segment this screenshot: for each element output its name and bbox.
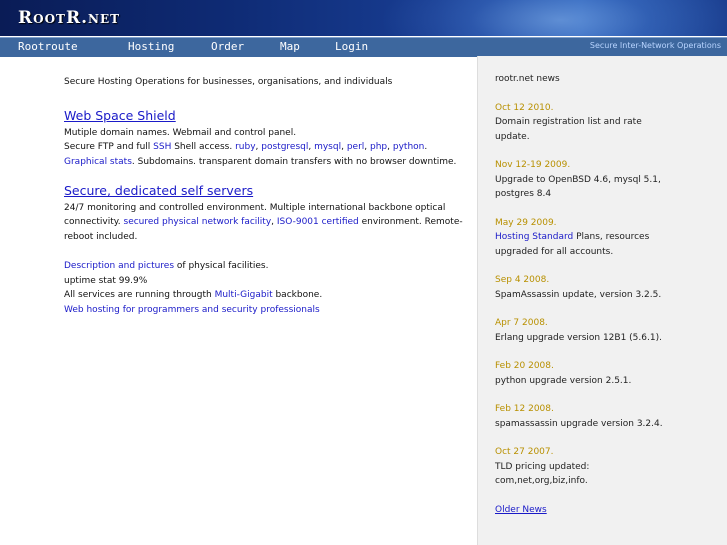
nav-login[interactable]: Login: [335, 40, 368, 53]
news-date: Apr 7 2008.: [495, 318, 548, 328]
programmers-hosting-link[interactable]: Web hosting for programmers and security…: [64, 305, 320, 315]
mysql-link[interactable]: mysql: [314, 142, 341, 152]
banner-glow: [380, 0, 727, 36]
header-banner: RootR.net: [0, 0, 727, 36]
news-text: Domain registration list and rate update…: [495, 117, 642, 142]
news-text: TLD pricing updated: com,net,org,biz,inf…: [495, 461, 590, 487]
perl-link[interactable]: perl: [347, 142, 364, 152]
page: RootR.net Rootroute Hosting Order Map Lo…: [0, 0, 727, 545]
dedicated-servers-link[interactable]: Secure, dedicated self servers: [64, 183, 253, 199]
news-text: Erlang upgrade version 12B1 (5.6.1).: [495, 332, 662, 343]
news-text: Upgrade to OpenBSD 4.6, mysql 5.1, postg…: [495, 174, 661, 200]
nav-order[interactable]: Order: [211, 40, 244, 53]
news-item: May 29 2009. Hosting Standard Plans, res…: [495, 216, 675, 260]
iso-link[interactable]: ISO-9001 certified: [277, 217, 359, 227]
servers-line2-pre: connectivity.: [64, 217, 124, 227]
news-item: Sep 4 2008. SpamAssassin update, version…: [495, 273, 675, 302]
servers-line2-post: environment. Remote-: [358, 217, 463, 227]
description-pictures-link[interactable]: Description and pictures: [64, 261, 174, 271]
shield-line2-mid: Shell access.: [171, 142, 236, 152]
python-link[interactable]: python: [393, 142, 424, 152]
shield-section: Web Space Shield Mutiple domain names. W…: [64, 108, 457, 167]
postgresql-link[interactable]: postgresql: [261, 142, 308, 152]
shield-line3: . Subdomains. transparent domain transfe…: [131, 156, 457, 167]
news-item: Apr 7 2008. Erlang upgrade version 12B1 …: [495, 316, 675, 345]
intro-text: Secure Hosting Operations for businesses…: [64, 77, 393, 87]
news-item: Oct 27 2007. TLD pricing updated: com,ne…: [495, 445, 675, 489]
news-date: Feb 12 2008.: [495, 404, 554, 414]
graphical-stats-link[interactable]: Graphical stats: [64, 157, 132, 167]
nav-rootroute[interactable]: Rootroute: [18, 40, 78, 53]
news-item: Feb 20 2008. python upgrade version 2.5.…: [495, 359, 675, 388]
web-space-shield-link[interactable]: Web Space Shield: [64, 108, 176, 124]
shield-line2-pre: Secure FTP and full: [64, 142, 154, 152]
site-logo[interactable]: RootR.net: [18, 8, 120, 28]
nav-map[interactable]: Map: [280, 40, 300, 53]
servers-section: Secure, dedicated self servers 24/7 moni…: [64, 183, 463, 242]
news-list: rootr.net news Oct 12 2010. Domain regis…: [495, 72, 675, 517]
nav-hosting[interactable]: Hosting: [128, 40, 174, 53]
multi-gigabit-link[interactable]: Multi-Gigabit: [215, 290, 273, 300]
desc-rest: of physical facilities.: [174, 261, 269, 271]
uptime-text: uptime stat 99.9%: [64, 275, 148, 286]
ruby-link[interactable]: ruby: [235, 142, 255, 152]
news-item: Feb 12 2008. spamassassin upgrade versio…: [495, 402, 675, 431]
backbone-post: backbone.: [272, 290, 323, 300]
news-text: python upgrade version 2.5.1.: [495, 375, 632, 386]
extra-section: Description and pictures of physical fac…: [64, 259, 464, 317]
news-date: Nov 12-19 2009.: [495, 160, 571, 170]
backbone-pre: All services are running througth: [64, 290, 215, 300]
ssh-link[interactable]: SSH: [153, 142, 171, 152]
older-news-link[interactable]: Older News: [495, 503, 675, 518]
facility-link[interactable]: secured physical network facility: [124, 217, 272, 227]
nav-bar: Rootroute Hosting Order Map Login Secure…: [0, 37, 727, 57]
news-date: Oct 12 2010.: [495, 102, 554, 113]
hosting-standard-link[interactable]: Hosting Standard: [495, 232, 573, 242]
news-item: Nov 12-19 2009. Upgrade to OpenBSD 4.6, …: [495, 158, 675, 202]
news-date: Sep 4 2008.: [495, 275, 550, 285]
news-text: SpamAssassin update, version 3.2.5.: [495, 289, 662, 300]
nav-tagline: Secure Inter-Network Operations: [589, 41, 721, 50]
news-title: rootr.net news: [495, 74, 560, 84]
servers-line3: reboot included.: [64, 231, 138, 242]
news-item: Oct 12 2010. Domain registration list an…: [495, 101, 675, 145]
news-date: May 29 2009.: [495, 217, 557, 228]
php-link[interactable]: php: [370, 142, 387, 152]
shield-line1: Mutiple domain names. Webmail and contro…: [64, 127, 297, 138]
news-date: Oct 27 2007.: [495, 447, 554, 457]
servers-line1: 24/7 monitoring and controlled environme…: [64, 202, 446, 213]
news-date: Feb 20 2008.: [495, 361, 554, 371]
news-text-wrap: Hosting Standard Plans, resources upgrad…: [495, 230, 675, 259]
news-text: spamassassin upgrade version 3.2.4.: [495, 418, 663, 429]
